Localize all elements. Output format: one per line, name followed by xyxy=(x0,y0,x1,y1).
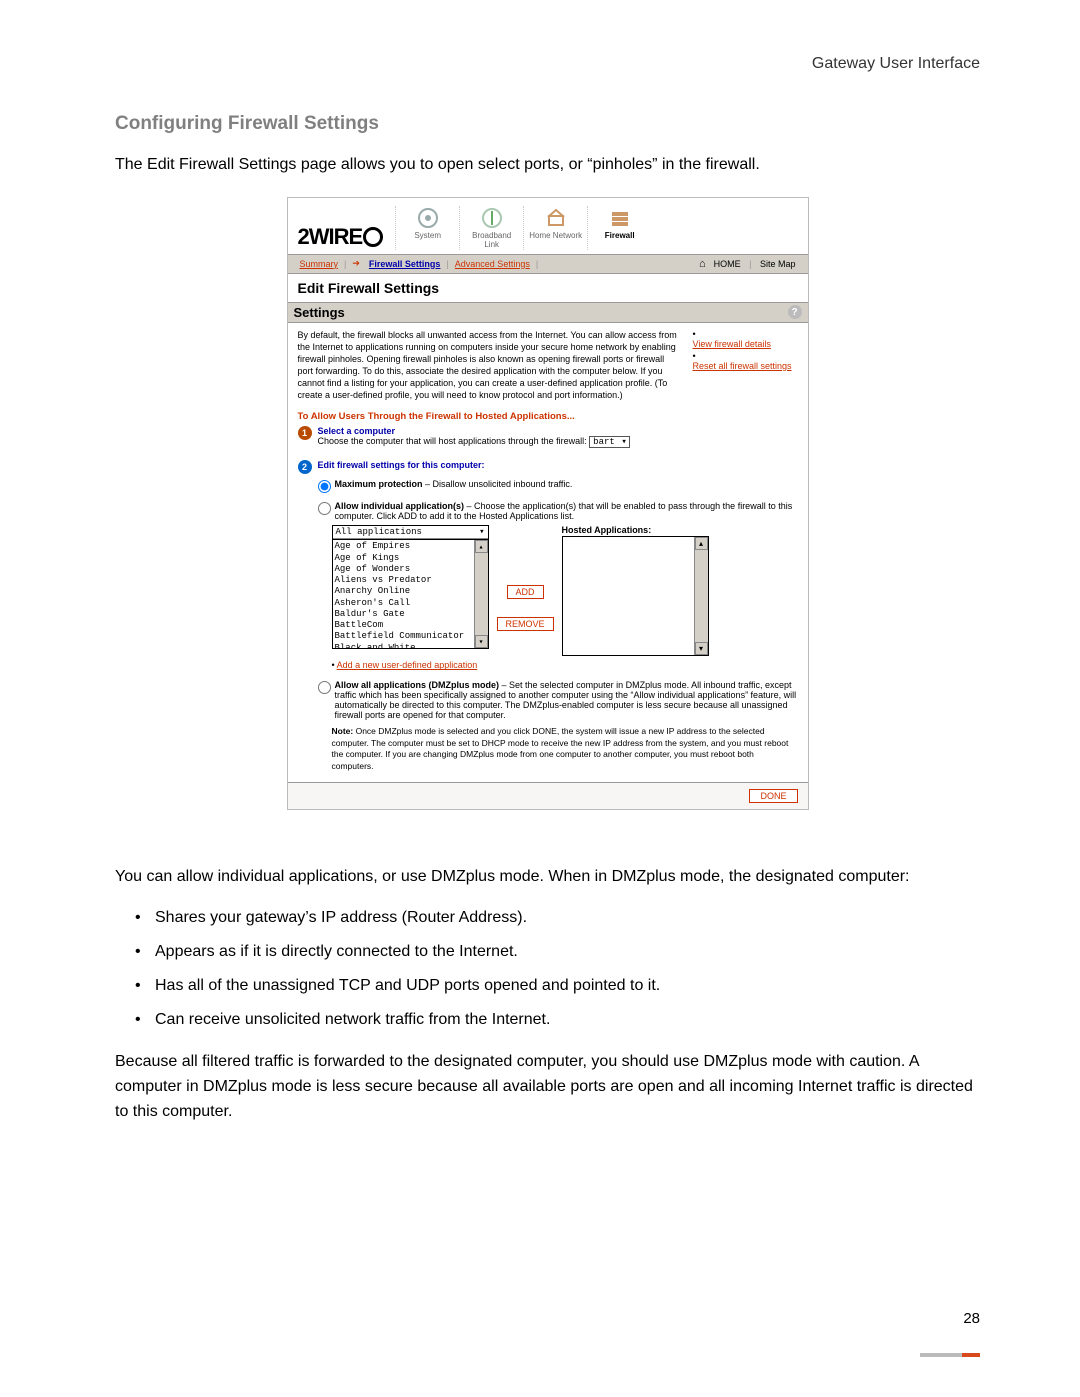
app-category-select[interactable]: All applications xyxy=(332,525,489,540)
app-list-item[interactable]: Age of Kings xyxy=(335,553,486,564)
firewall-icon xyxy=(608,206,632,230)
step-badge-2: 2 xyxy=(298,460,312,474)
computer-select[interactable]: bart xyxy=(589,436,630,448)
logo-mark-icon xyxy=(363,227,383,247)
link-add-user-app[interactable]: Add a new user-defined application xyxy=(337,660,478,670)
nav-icon-row: System Broadband Link Home Network Firew… xyxy=(395,206,651,250)
step-badge-1: 1 xyxy=(298,426,312,440)
scrollbar[interactable]: ▴ ▾ xyxy=(474,540,488,648)
app-listbox[interactable]: Age of EmpiresAge of KingsAge of Wonders… xyxy=(332,540,489,649)
app-list-item[interactable]: Anarchy Online xyxy=(335,586,486,597)
scrollbar[interactable]: ▴ ▾ xyxy=(694,537,708,655)
footer-accent xyxy=(920,1353,980,1357)
page-number: 28 xyxy=(963,1310,980,1327)
after-p2: Because all filtered traffic is forwarde… xyxy=(115,1050,980,1124)
intro-paragraph: The Edit Firewall Settings page allows y… xyxy=(115,153,980,177)
brand-logo: 2WIRE xyxy=(298,224,384,250)
system-icon xyxy=(416,206,440,230)
running-header: Gateway User Interface xyxy=(115,55,980,73)
home-icon: ⌂ xyxy=(699,258,706,270)
scroll-up-icon[interactable]: ▴ xyxy=(475,540,488,553)
arrow-icon: ➔ xyxy=(346,258,363,269)
nav-system[interactable]: System xyxy=(395,206,459,250)
radio-allow-apps[interactable] xyxy=(318,502,331,515)
tab-row: Summary| ➔ Firewall Settings| Advanced S… xyxy=(288,254,808,274)
opt-allow-label: Allow individual application(s) xyxy=(335,501,465,511)
help-icon[interactable]: ? xyxy=(788,305,802,319)
nav-label: System xyxy=(414,232,441,241)
bullet-item: Shares your gateway’s IP address (Router… xyxy=(115,906,980,930)
broadband-icon xyxy=(480,206,504,230)
nav-label: Home Network xyxy=(529,232,582,241)
nav-broadband[interactable]: Broadband Link xyxy=(459,206,523,250)
remove-button[interactable]: REMOVE xyxy=(497,617,554,631)
link-home[interactable]: HOME xyxy=(708,259,747,269)
section-title: Configuring Firewall Settings xyxy=(115,113,980,135)
quick-links: • View firewall details • Reset all fire… xyxy=(693,329,798,402)
app-list-item[interactable]: Aliens vs Predator xyxy=(335,575,486,586)
radio-max-protection[interactable] xyxy=(318,480,331,493)
settings-header: Settings ? xyxy=(288,302,808,323)
app-list-item[interactable]: Asheron's Call xyxy=(335,598,486,609)
opt-max-label: Maximum protection xyxy=(335,479,423,489)
dmz-note: Note: Once DMZplus mode is selected and … xyxy=(332,726,798,772)
add-button[interactable]: ADD xyxy=(507,585,544,599)
scroll-up-icon[interactable]: ▴ xyxy=(695,537,708,550)
after-p1: You can allow individual applications, o… xyxy=(115,865,980,890)
logo-text: 2WIRE xyxy=(298,224,363,250)
scroll-down-icon[interactable]: ▾ xyxy=(695,642,708,655)
scroll-down-icon[interactable]: ▾ xyxy=(475,635,488,648)
home-network-icon xyxy=(544,206,568,230)
app-category-value: All applications xyxy=(333,526,488,539)
app-list-item[interactable]: Battlefield Communicator xyxy=(335,631,486,642)
top-bar: 2WIRE System Broadband Link Home Network xyxy=(288,198,808,254)
radio-dmzplus[interactable] xyxy=(318,681,331,694)
screenshot-panel: 2WIRE System Broadband Link Home Network xyxy=(287,197,809,810)
bullet-item: Has all of the unassigned TCP and UDP po… xyxy=(115,974,980,998)
bullet-item: Can receive unsolicited network traffic … xyxy=(115,1008,980,1032)
hosted-listbox[interactable]: ▴ ▾ xyxy=(562,536,709,656)
nav-label: Firewall xyxy=(605,232,635,241)
hosted-label: Hosted Applications: xyxy=(562,525,709,535)
description-text: By default, the firewall blocks all unwa… xyxy=(298,329,679,402)
tab-summary[interactable]: Summary xyxy=(294,259,345,269)
bullet-item: Appears as if it is directly connected t… xyxy=(115,940,980,964)
app-list-item[interactable]: BattleCom xyxy=(335,620,486,631)
app-list-item[interactable]: Baldur's Gate xyxy=(335,609,486,620)
done-button[interactable]: DONE xyxy=(749,789,797,803)
app-list-item[interactable]: Age of Wonders xyxy=(335,564,486,575)
apps-area: All applications Age of EmpiresAge of Ki… xyxy=(332,525,798,656)
settings-header-label: Settings xyxy=(294,305,345,320)
allow-heading: To Allow Users Through the Firewall to H… xyxy=(298,411,798,422)
opt-max-suffix: – Disallow unsolicited inbound traffic. xyxy=(423,479,573,489)
tab-advanced-settings[interactable]: Advanced Settings xyxy=(449,259,536,269)
opt-dmz-label: Allow all applications (DMZplus mode) xyxy=(335,680,500,690)
bullet-list: Shares your gateway’s IP address (Router… xyxy=(115,906,980,1032)
tab-firewall-settings[interactable]: Firewall Settings xyxy=(363,259,447,269)
panel-title: Edit Firewall Settings xyxy=(288,274,808,302)
nav-label: Broadband Link xyxy=(464,232,519,250)
link-view-details[interactable]: View firewall details xyxy=(693,339,798,349)
step1-title: Select a computer xyxy=(318,426,798,436)
step2-title: Edit firewall settings for this computer… xyxy=(318,460,798,470)
app-list-item[interactable]: Black and White xyxy=(335,643,486,650)
link-sitemap[interactable]: Site Map xyxy=(754,259,802,269)
link-reset-settings[interactable]: Reset all firewall settings xyxy=(693,361,798,371)
nav-home-network[interactable]: Home Network xyxy=(523,206,587,250)
app-list-item[interactable]: Age of Empires xyxy=(335,541,486,552)
step1-text: Choose the computer that will host appli… xyxy=(318,436,587,446)
nav-firewall[interactable]: Firewall xyxy=(587,206,651,250)
